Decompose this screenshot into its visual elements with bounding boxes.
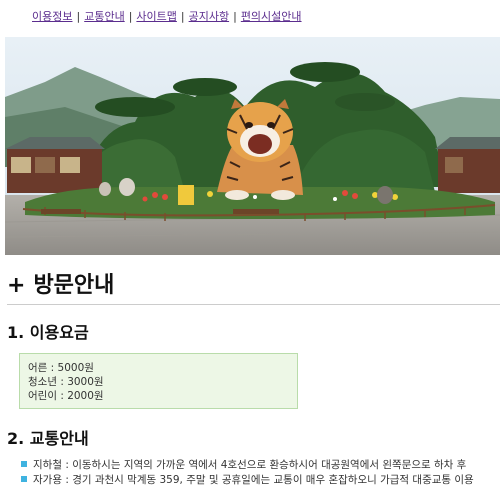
bullet-square-icon xyxy=(21,476,27,482)
hero-image-zoo-entrance xyxy=(5,37,500,255)
fee-row-youth: 청소년 : 3000원 xyxy=(28,376,104,388)
title-plus-icon: + xyxy=(7,273,26,298)
nav-link-facilities[interactable]: 편의시설안내 xyxy=(241,10,302,23)
nav-separator: | xyxy=(76,10,81,23)
fee-table-box: 어른 : 5000원 청소년 : 3000원 어린이 : 2000원 xyxy=(19,353,298,409)
fee-row-child: 어린이 : 2000원 xyxy=(28,390,104,402)
bullet-square-icon xyxy=(21,461,27,467)
top-navigation: 이용정보 | 교통안내 | 사이트맵 | 공지사항 | 편의시설안내 xyxy=(0,0,500,34)
traffic-list: 지하철 : 이동하시는 지역의 가까운 역에서 4호선으로 환승하시어 대공원역… xyxy=(21,458,500,488)
fee-row-adult: 어른 : 5000원 xyxy=(28,362,94,374)
nav-link-sitemap[interactable]: 사이트맵 xyxy=(136,10,176,23)
nav-link-usage-info[interactable]: 이용정보 xyxy=(32,10,72,23)
list-item: 지하철 : 이동하시는 지역의 가까운 역에서 4호선으로 환승하시어 대공원역… xyxy=(21,458,500,473)
list-item: 자가용 : 경기 과천시 막계동 359, 주말 및 공휴일에는 교통이 매우 … xyxy=(21,473,500,488)
page-title: + 방문안내 xyxy=(7,268,500,305)
traffic-subway-text: 지하철 : 이동하시는 지역의 가까운 역에서 4호선으로 환승하시어 대공원역… xyxy=(33,459,467,471)
traffic-car-text: 자가용 : 경기 과천시 막계동 359, 주말 및 공휴일에는 교통이 매우 … xyxy=(33,474,474,486)
nav-separator: | xyxy=(233,10,237,23)
section-heading-fees: 1. 이용요금 xyxy=(7,323,89,342)
nav-link-traffic-guide[interactable]: 교통안내 xyxy=(84,10,124,23)
nav-link-notices[interactable]: 공지사항 xyxy=(189,10,229,23)
nav-separator: | xyxy=(180,10,185,23)
section-heading-traffic: 2. 교통안내 xyxy=(7,429,89,448)
page-title-text: 방문안내 xyxy=(33,273,115,298)
nav-separator: | xyxy=(128,10,133,23)
